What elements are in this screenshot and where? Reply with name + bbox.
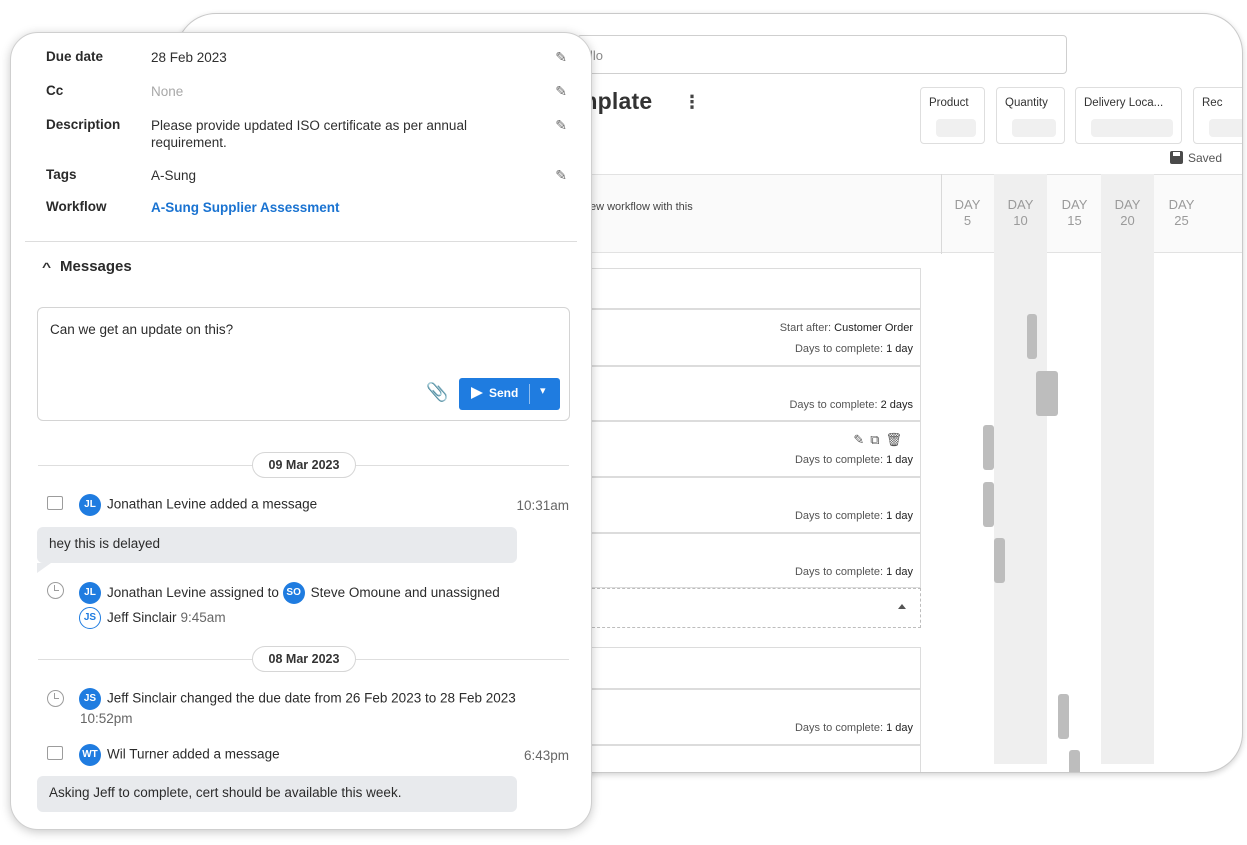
field-card-label: Rec xyxy=(1202,97,1223,109)
task-row[interactable]: Days to complete: 2 days xyxy=(577,366,921,421)
edit-pencil-icon[interactable]: ✎ xyxy=(555,49,567,66)
field-card-delivery-location[interactable]: Delivery Loca... xyxy=(1075,87,1182,144)
row-actions-icons[interactable]: ✎⧉🗑 xyxy=(853,432,908,448)
avatar: JL xyxy=(79,494,101,516)
day-label: DAY 15 xyxy=(1061,197,1088,228)
section-divider xyxy=(25,241,577,242)
saved-status: Saved xyxy=(1170,151,1222,165)
search-input[interactable]: llo xyxy=(577,35,1067,74)
field-card-label: Delivery Loca... xyxy=(1084,97,1164,109)
send-button[interactable]: Send ▾ xyxy=(459,378,560,410)
avatar: SO xyxy=(282,582,305,605)
message-input[interactable]: Can we get an update on this? xyxy=(50,322,233,337)
day-label: DAY 20 xyxy=(1114,197,1141,228)
edit-pencil-icon[interactable]: ✎ xyxy=(555,83,567,100)
avatar: WT xyxy=(79,744,101,766)
field-card-quantity[interactable]: Quantity xyxy=(996,87,1065,144)
task-group-header[interactable] xyxy=(577,268,921,309)
day-column-shade xyxy=(994,174,1047,764)
avatar: JS xyxy=(79,688,101,710)
field-card-rec[interactable]: Rec xyxy=(1193,87,1242,144)
send-icon xyxy=(471,387,483,399)
due-date-value: 28 Feb 2023 xyxy=(151,50,227,65)
gantt-bar[interactable] xyxy=(983,482,994,527)
description-label: Description xyxy=(46,117,121,132)
message-composer[interactable]: Can we get an update on this? 📎 Send ▾ xyxy=(37,307,570,421)
clock-icon xyxy=(47,690,64,707)
day-label: DAY 5 xyxy=(954,197,981,228)
gantt-bar[interactable] xyxy=(1058,694,1069,739)
field-card-label: Product xyxy=(929,97,969,109)
field-card-input xyxy=(1209,119,1242,137)
edit-pencil-icon[interactable]: ✎ xyxy=(555,167,567,184)
save-icon xyxy=(1170,151,1183,164)
task-row[interactable]: ✎⧉🗑 Days to complete: 1 day xyxy=(577,421,921,477)
chevron-up-icon[interactable]: ^ xyxy=(42,260,51,274)
workflow-label: Workflow xyxy=(46,199,107,214)
description-value: Please provide updated ISO certificate a… xyxy=(151,118,467,150)
day-column-shade xyxy=(1101,174,1154,764)
field-card-input xyxy=(936,119,976,137)
workflow-link[interactable]: A-Sung Supplier Assessment xyxy=(151,199,521,216)
field-card-label: Quantity xyxy=(1005,97,1048,109)
avatar: JL xyxy=(79,582,101,605)
day-label: DAY 10 xyxy=(1007,197,1034,228)
cc-value: None xyxy=(151,84,184,99)
task-row[interactable]: Days to complete: 1 day xyxy=(577,533,921,588)
cc-label: Cc xyxy=(46,83,64,98)
messages-title: Messages xyxy=(60,258,132,275)
event-time: 10:31am xyxy=(516,498,569,513)
clock-icon xyxy=(47,582,64,599)
collapse-caret-icon[interactable] xyxy=(898,604,906,609)
date-pill: 09 Mar 2023 xyxy=(252,452,356,478)
message-bubble: hey this is delayed xyxy=(37,527,517,573)
gantt-bar[interactable] xyxy=(983,425,994,470)
send-options-chevron-icon[interactable]: ▾ xyxy=(540,384,546,397)
task-detail-panel: Due date 28 Feb 2023 ✎ Cc None ✎ Descrip… xyxy=(10,32,592,830)
messages-section-toggle[interactable]: ^ Messages xyxy=(42,258,132,275)
message-bubble: Asking Jeff to complete, cert should be … xyxy=(37,776,517,812)
field-card-product[interactable]: Product xyxy=(920,87,985,144)
gantt-bar[interactable] xyxy=(1069,750,1080,772)
event-time: 10:52pm xyxy=(80,711,133,726)
gantt-bar[interactable] xyxy=(1036,371,1058,416)
gantt-bar[interactable] xyxy=(994,538,1005,583)
task-row[interactable]: Days to complete: 1 day xyxy=(577,689,921,745)
event-time: 9:45am xyxy=(180,610,226,625)
task-row[interactable]: Days to complete: 1 day xyxy=(577,477,921,533)
date-pill: 08 Mar 2023 xyxy=(252,646,356,672)
chat-bubble-icon xyxy=(47,496,63,510)
tags-label: Tags xyxy=(46,167,77,182)
task-row[interactable] xyxy=(577,745,921,772)
chat-bubble-icon xyxy=(47,746,63,760)
paperclip-icon[interactable]: 📎 xyxy=(426,382,448,403)
event-time: 6:43pm xyxy=(523,748,569,763)
day-label: DAY 25 xyxy=(1168,197,1195,228)
more-options-icon[interactable]: ⋮ xyxy=(683,92,701,113)
task-group-header[interactable] xyxy=(577,647,921,689)
tags-value: A-Sung xyxy=(151,168,197,183)
task-row[interactable]: Start after: Customer Order Days to comp… xyxy=(577,309,921,366)
gantt-bar[interactable] xyxy=(1027,314,1037,359)
edit-pencil-icon[interactable]: ✎ xyxy=(555,117,567,134)
avatar: JS xyxy=(79,607,101,630)
field-card-input xyxy=(1091,119,1173,137)
collapsible-drop-zone[interactable] xyxy=(577,588,921,628)
field-card-input xyxy=(1012,119,1056,137)
gantt-header-text: ew workflow with this xyxy=(590,201,693,213)
due-date-label: Due date xyxy=(46,49,104,64)
